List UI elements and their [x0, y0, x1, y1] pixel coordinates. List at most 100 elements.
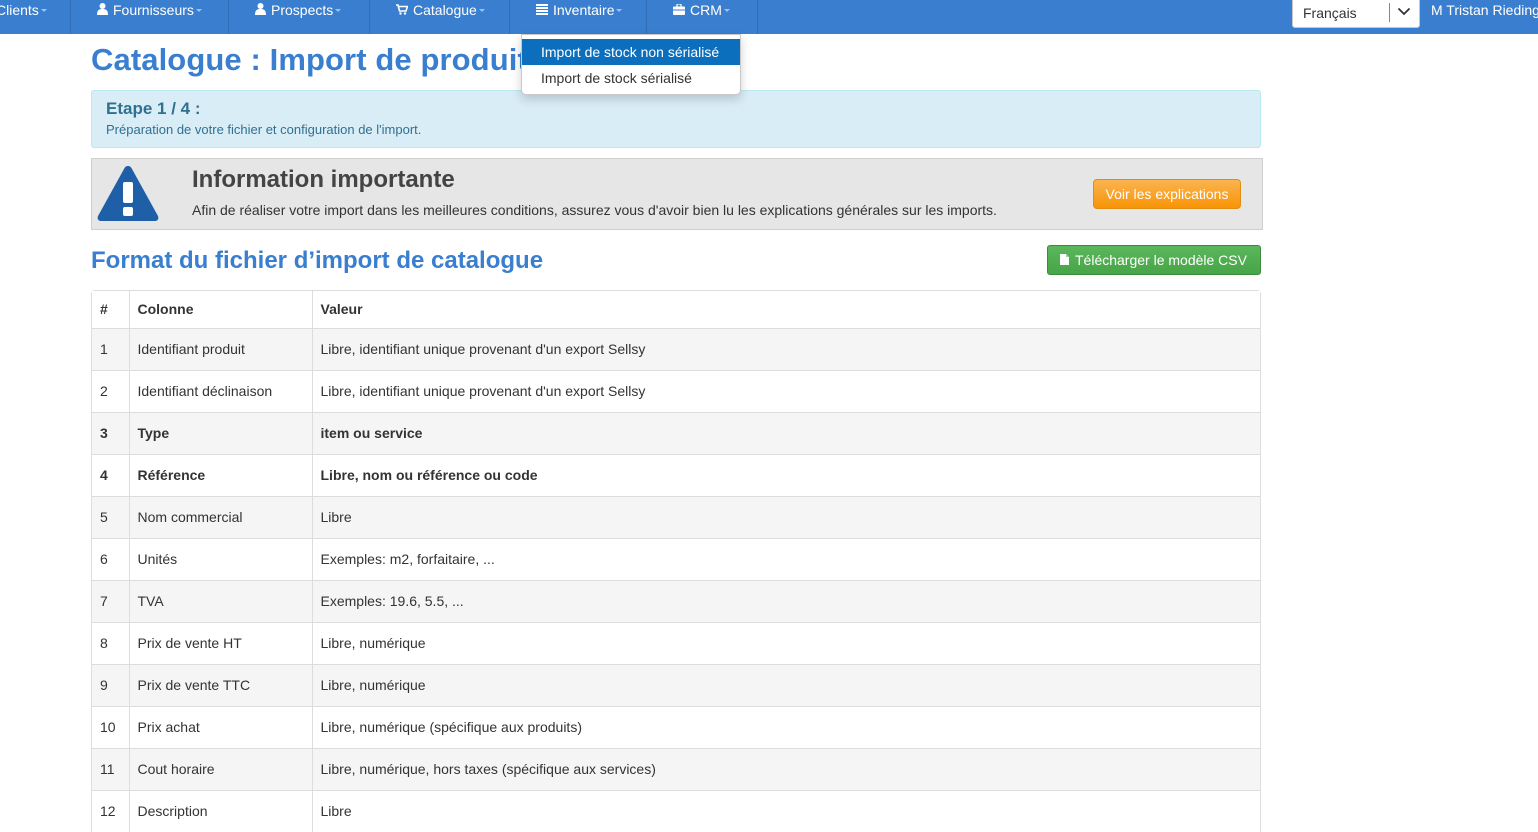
user-menu[interactable]: M Tristan Riedinger [1431, 0, 1538, 21]
caret-down-icon [723, 8, 730, 12]
table-row: 4 Référence Libre, nom ou référence ou cod… [92, 453, 1260, 496]
cell-colonne: TVA [128, 579, 312, 622]
nav-divider [757, 0, 758, 34]
table-row: 12 Description Libre [92, 789, 1260, 832]
cell-valeur: Libre, identifiant unique provenant d'un… [311, 327, 1260, 370]
nav-divider [646, 0, 647, 34]
cart-icon [396, 0, 409, 21]
cell-valeur: Libre, numérique, hors taxes (spécifique… [311, 747, 1260, 790]
file-icon [1060, 246, 1069, 274]
cell-valeur: Libre, numérique [311, 621, 1260, 664]
column-header-number: # [92, 291, 129, 328]
table-row: 2 Identifiant déclinaison Libre, identifia… [92, 369, 1260, 412]
caret-down-icon [335, 8, 342, 12]
briefcase-icon [673, 0, 685, 21]
caret-down-icon [616, 8, 623, 12]
cell-number: 7 [92, 579, 129, 622]
table-row: 8 Prix de vente HT Libre, numérique [92, 621, 1260, 664]
caret-down-icon [195, 8, 202, 12]
cell-colonne: Unités [128, 537, 312, 580]
nav-item-label: Catalogue [413, 2, 477, 18]
nav-item-label: CRM [690, 2, 722, 18]
column-header-valeur: Valeur [311, 291, 1260, 328]
cell-number: 11 [92, 747, 129, 790]
cell-colonne: Cout horaire [128, 747, 312, 790]
cell-colonne: Description [128, 789, 312, 832]
nav-item-prospects[interactable]: Prospects [255, 0, 342, 34]
chevron-down-icon [1397, 4, 1411, 21]
section-title: Format du fichier d’import de catalogue [91, 247, 544, 274]
download-csv-template-button[interactable]: Télécharger le modèle CSV [1047, 245, 1261, 275]
table-row: 10 Prix achat Libre, numérique (spécifique… [92, 705, 1260, 748]
list-icon [536, 0, 548, 21]
cell-number: 12 [92, 789, 129, 832]
cell-number: 9 [92, 663, 129, 706]
table-row: 6 Unités Exemples: m2, forfaitaire, ... [92, 537, 1260, 580]
cell-colonne: Nom commercial [128, 495, 312, 538]
top-navbar: Clients Fournisseurs Prospects Catalogue… [0, 0, 1538, 34]
table-row: 3 Type item ou service [92, 411, 1260, 454]
language-value: Français [1303, 5, 1357, 21]
column-header-colonne: Colonne [128, 291, 312, 328]
table-row: 5 Nom commercial Libre [92, 495, 1260, 538]
nav-divider [70, 0, 71, 34]
menu-item-import-non-serialise[interactable]: Import de stock non sérialisé [522, 39, 740, 65]
cell-colonne: Référence [128, 453, 312, 496]
nav-item-crm[interactable]: CRM [673, 0, 730, 34]
table-row: 9 Prix de vente TTC Libre, numérique [92, 663, 1260, 706]
nav-item-clients[interactable]: Clients [0, 0, 47, 34]
cell-colonne: Type [128, 411, 312, 454]
nav-divider [509, 0, 510, 34]
cell-valeur: Libre, identifiant unique provenant d'un… [311, 369, 1260, 412]
cell-valeur: Libre, numérique (spécifique aux produit… [311, 705, 1260, 748]
warning-icon [96, 163, 160, 228]
nav-item-catalogue[interactable]: Catalogue [396, 0, 485, 34]
caret-down-icon [40, 8, 47, 12]
import-format-table: # Colonne Valeur 1 Identifiant produit Lib… [91, 290, 1261, 832]
nav-item-label: Inventaire [553, 2, 615, 18]
cell-colonne: Identifiant produit [128, 327, 312, 370]
inventaire-dropdown-menu: Import de stock non sérialisé Import de … [521, 34, 741, 95]
important-info-box: Information importante Afin de réaliser … [91, 158, 1263, 230]
cell-number: 8 [92, 621, 129, 664]
cell-number: 2 [92, 369, 129, 412]
cell-valeur: Libre, nom ou référence ou code [311, 453, 1260, 496]
table-row: 11 Cout horaire Libre, numérique, hors tax… [92, 747, 1260, 790]
cell-colonne: Prix de vente TTC [128, 663, 312, 706]
cell-number: 1 [92, 327, 129, 370]
language-select[interactable]: Français [1292, 0, 1420, 28]
select-divider [1389, 3, 1390, 22]
view-explanations-button[interactable]: Voir les explications [1093, 179, 1241, 209]
table-row: 7 TVA Exemples: 19.6, 5.5, ... [92, 579, 1260, 622]
nav-item-label: Fournisseurs [113, 2, 194, 18]
step-description: Préparation de votre fichier et configur… [106, 122, 422, 137]
cell-valeur: Libre [311, 789, 1260, 832]
nav-item-label: Clients [0, 2, 39, 18]
nav-item-inventaire[interactable]: Inventaire [536, 0, 623, 34]
cell-valeur: Exemples: 19.6, 5.5, ... [311, 579, 1260, 622]
cell-valeur: Libre [311, 495, 1260, 538]
table-header-row: # Colonne Valeur [92, 291, 1260, 328]
nav-item-fournisseurs[interactable]: Fournisseurs [97, 0, 202, 34]
cell-colonne: Prix achat [128, 705, 312, 748]
caret-down-icon [478, 8, 485, 12]
info-title: Information importante [192, 166, 455, 193]
cell-number: 3 [92, 411, 129, 454]
user-icon [97, 0, 108, 21]
info-text: Afin de réaliser votre import dans les m… [192, 202, 997, 218]
page-title: Catalogue : Import de produits [91, 42, 546, 77]
nav-divider [228, 0, 229, 34]
cell-valeur: item ou service [311, 411, 1260, 454]
menu-item-import-serialise[interactable]: Import de stock sérialisé [522, 65, 740, 91]
cell-number: 10 [92, 705, 129, 748]
download-csv-label: Télécharger le modèle CSV [1075, 252, 1247, 268]
user-icon [255, 0, 266, 21]
cell-colonne: Prix de vente HT [128, 621, 312, 664]
nav-divider [369, 0, 370, 34]
cell-valeur: Libre, numérique [311, 663, 1260, 706]
cell-valeur: Exemples: m2, forfaitaire, ... [311, 537, 1260, 580]
cell-colonne: Identifiant déclinaison [128, 369, 312, 412]
nav-item-label: Prospects [271, 2, 334, 18]
step-title: Etape 1 / 4 : [106, 99, 201, 118]
table-row: 1 Identifiant produit Libre, identifiant u… [92, 327, 1260, 370]
